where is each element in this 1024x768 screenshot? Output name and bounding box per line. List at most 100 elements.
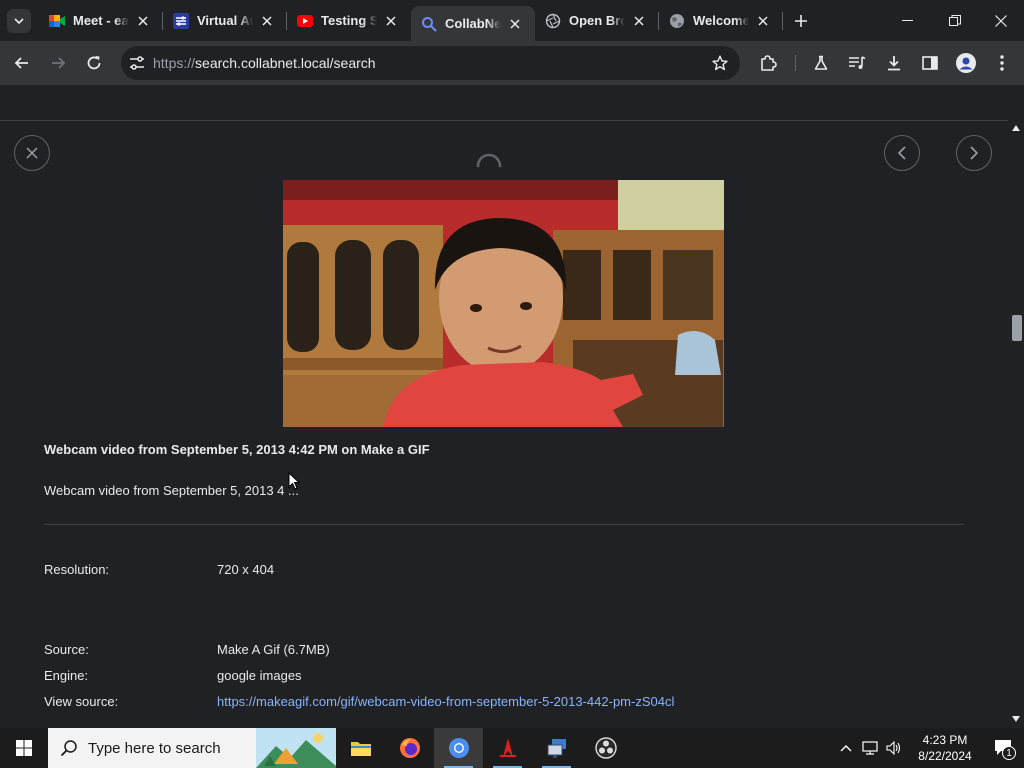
windows-taskbar: Type here to search 4:23 PM 8/22/2024 1 — [0, 728, 1024, 768]
profile-button[interactable] — [950, 47, 982, 79]
reload-button[interactable] — [78, 47, 110, 79]
back-button[interactable] — [6, 47, 38, 79]
flask-icon — [814, 55, 828, 70]
side-panel-icon — [922, 56, 938, 70]
clock-date: 8/22/2024 — [918, 749, 972, 763]
taskbar-file-explorer[interactable] — [336, 728, 385, 768]
scroll-down-icon[interactable] — [1012, 716, 1020, 722]
queue-music-icon — [849, 56, 866, 69]
bookmark-star-icon[interactable] — [712, 55, 728, 71]
tab-strip: Meet - eaj Virtual Au Testing So CollabN… — [0, 0, 1024, 41]
loading-spinner-icon — [476, 153, 502, 168]
tab-collabnet[interactable]: CollabNet — [411, 6, 535, 41]
show-hidden-icons-button[interactable] — [834, 728, 858, 768]
restore-button[interactable] — [932, 0, 978, 41]
webcam-frame-image — [283, 180, 724, 427]
page-content: Webcam video from September 5, 2013 4:42… — [0, 85, 1008, 728]
tab-youtube[interactable]: Testing So — [287, 0, 411, 41]
plus-icon — [795, 14, 807, 27]
network-tray-icon[interactable] — [858, 728, 882, 768]
avatar-icon — [956, 53, 976, 73]
taskbar-search-box[interactable]: Type here to search — [48, 728, 336, 768]
image-preview[interactable] — [283, 180, 724, 427]
tab-title: Meet - eaj — [73, 13, 129, 28]
close-icon[interactable] — [631, 13, 647, 29]
close-preview-button[interactable] — [14, 135, 50, 171]
close-icon — [995, 14, 1007, 27]
windows-logo-icon — [16, 740, 32, 756]
labs-button[interactable] — [805, 47, 837, 79]
taskbar-remote-app[interactable] — [532, 728, 581, 768]
remote-desktop-icon — [547, 739, 566, 758]
minimize-button[interactable] — [885, 0, 931, 41]
tab-meet[interactable]: Meet - eaj — [39, 0, 163, 41]
globe-icon — [669, 13, 685, 29]
tab-title: Testing So — [321, 13, 377, 28]
search-magnifier-icon — [421, 16, 437, 32]
mouse-cursor-icon — [288, 472, 300, 490]
chevron-up-icon — [840, 745, 852, 752]
tab-welcome[interactable]: Welcome — [659, 0, 783, 41]
close-icon[interactable] — [755, 13, 771, 29]
close-icon — [26, 147, 38, 159]
volume-tray-icon[interactable] — [882, 728, 906, 768]
close-icon[interactable] — [507, 16, 523, 32]
more-vertical-icon — [1000, 55, 1004, 71]
image-description: Webcam video from September 5, 2013 4 ..… — [44, 483, 299, 498]
start-button[interactable] — [0, 728, 48, 768]
restore-icon — [949, 14, 961, 26]
media-controls-button[interactable] — [841, 47, 873, 79]
google-meet-icon — [49, 13, 65, 29]
image-title[interactable]: Webcam video from September 5, 2013 4:42… — [44, 442, 430, 457]
downloads-button[interactable] — [878, 47, 910, 79]
arrow-right-icon — [52, 57, 66, 69]
site-settings-icon[interactable] — [129, 55, 145, 71]
scroll-up-icon[interactable] — [1012, 125, 1020, 131]
view-source-link[interactable]: https://makeagif.com/gif/webcam-video-fr… — [217, 694, 674, 709]
download-icon — [888, 56, 900, 71]
page-scrollbar[interactable] — [1008, 121, 1024, 728]
engine-value: google images — [217, 668, 302, 683]
resolution-value: 720 x 404 — [217, 562, 275, 577]
reload-icon — [87, 56, 101, 70]
minimize-icon — [902, 19, 913, 21]
puzzle-icon — [761, 55, 777, 71]
next-image-button[interactable] — [956, 135, 992, 171]
resolution-label: Resolution: — [44, 562, 110, 577]
url-text[interactable]: https://search.collabnet.local/search — [153, 55, 376, 71]
close-icon[interactable] — [383, 13, 399, 29]
chevron-down-icon — [14, 17, 24, 24]
browser-toolbar: https://search.collabnet.local/search — [0, 41, 1024, 85]
speaker-icon — [886, 741, 901, 755]
divider — [44, 524, 964, 525]
browser-menu-button[interactable] — [986, 47, 1018, 79]
view-source-label: View source: — [44, 694, 119, 709]
tab-open-browser[interactable]: Open Brow — [535, 0, 659, 41]
notifications-button[interactable]: 1 — [984, 728, 1024, 768]
new-tab-button[interactable] — [787, 7, 815, 35]
notification-count-badge: 1 — [1002, 746, 1016, 760]
close-icon[interactable] — [135, 13, 151, 29]
chrome-icon — [448, 738, 469, 758]
taskbar-chrome[interactable] — [434, 728, 483, 768]
close-window-button[interactable] — [978, 0, 1024, 41]
url-host-path: search.collabnet.local/search — [195, 55, 376, 71]
address-bar[interactable]: https://search.collabnet.local/search — [121, 46, 740, 80]
taskbar-firefox[interactable] — [385, 728, 434, 768]
taskbar-app-red[interactable] — [483, 728, 532, 768]
scrollbar-thumb[interactable] — [1012, 315, 1022, 341]
taskbar-clock[interactable]: 4:23 PM 8/22/2024 — [906, 732, 984, 764]
taskbar-obs[interactable] — [581, 728, 630, 768]
previous-image-button[interactable] — [884, 135, 920, 171]
tab-virtual-audio[interactable]: Virtual Au — [163, 0, 287, 41]
tab-search-button[interactable] — [7, 8, 31, 33]
side-panel-button[interactable] — [914, 47, 946, 79]
forward-button[interactable] — [42, 47, 74, 79]
search-icon — [60, 740, 77, 757]
folder-icon — [350, 742, 371, 756]
chevron-left-icon — [897, 146, 906, 160]
extensions-button[interactable] — [752, 47, 784, 79]
chevron-right-icon — [970, 146, 979, 160]
clock-time: 4:23 PM — [922, 733, 968, 747]
close-icon[interactable] — [259, 13, 275, 29]
